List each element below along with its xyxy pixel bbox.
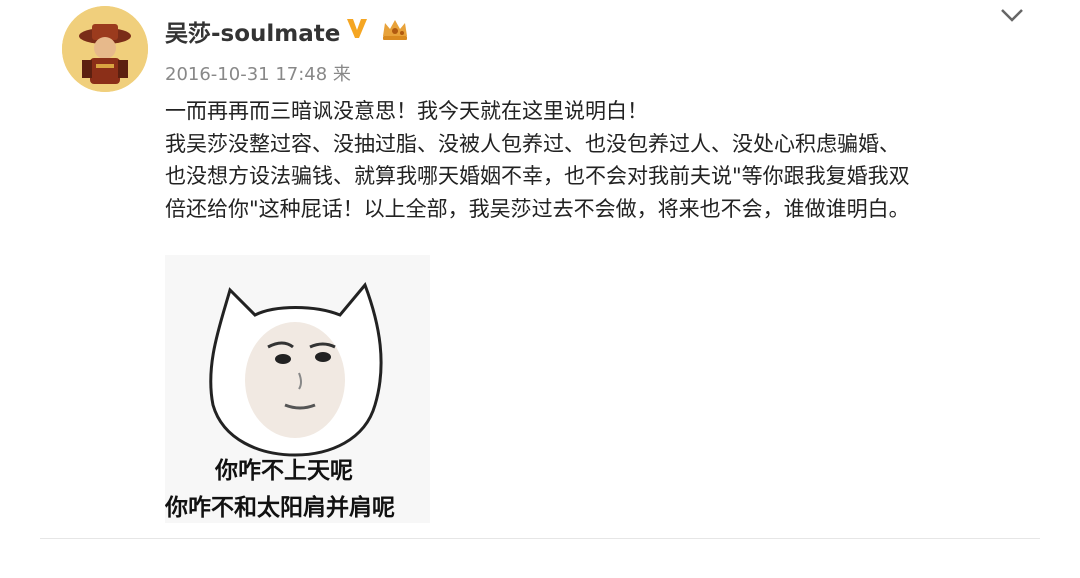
username[interactable]: 吴莎-soulmate: [165, 14, 340, 48]
post-line: 我吴莎没整过容、没抽过脂、没被人包养过、也没包养过人、没处心积虑骗婚、: [165, 131, 900, 156]
meme-caption-line1: 你咋不上天呢: [215, 458, 353, 484]
post-timestamp[interactable]: 2016-10-31 17:48 来: [165, 60, 351, 86]
post-line: 倍还给你"这种屁话！以上全部，我吴莎过去不会做，将来也不会，谁做谁明白。: [165, 196, 910, 221]
chevron-down-icon[interactable]: [998, 4, 1026, 26]
post-line: 也没想方设法骗钱、就算我哪天婚姻不幸，也不会对我前夫说"等你跟我复婚我双: [165, 164, 910, 188]
meme-caption-line2: 你咋不和太阳肩并肩呢: [165, 495, 395, 521]
crown-member-icon[interactable]: [380, 16, 410, 42]
meme-image[interactable]: 你咋不上天呢 你咋不和太阳肩并肩呢: [165, 255, 430, 523]
divider: [40, 538, 1040, 539]
verified-v-icon[interactable]: [345, 16, 369, 40]
avatar-image: [62, 6, 148, 92]
weibo-post-card: 吴莎-soulmate 2016-10-31 17:48 来 一而再再而三暗讽没…: [0, 0, 1080, 578]
avatar[interactable]: [62, 6, 148, 92]
post-line: 一而再再而三暗讽没意思！我今天就在这里说明白！: [165, 99, 648, 123]
post-body: 一而再再而三暗讽没意思！我今天就在这里说明白！ 我吴莎没整过容、没抽过脂、没被人…: [165, 95, 1045, 225]
